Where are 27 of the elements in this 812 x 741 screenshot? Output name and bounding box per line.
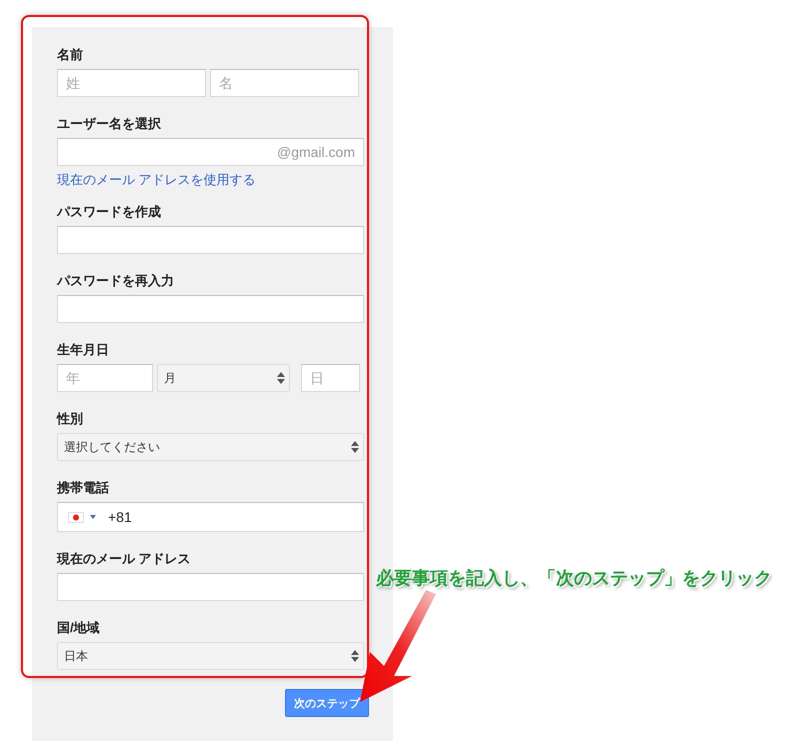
phone-field[interactable]: +81: [57, 502, 364, 532]
input-field[interactable]: 名: [210, 69, 359, 97]
input-field[interactable]: [57, 226, 364, 254]
field-label: 国/地域: [57, 620, 101, 636]
input-field[interactable]: [57, 295, 364, 323]
input-field[interactable]: [57, 573, 364, 601]
sort-arrows-icon: [277, 372, 285, 384]
field-label: 現在のメール アドレス: [57, 551, 192, 567]
dropdown-select[interactable]: 日本: [57, 642, 364, 670]
field-label: 携帯電話: [57, 480, 110, 496]
field-label: ユーザー名を選択: [57, 116, 162, 132]
input-field[interactable]: 姓: [57, 69, 206, 97]
dropdown-select[interactable]: 選択してください: [57, 433, 364, 461]
sort-arrows-icon: [351, 441, 359, 453]
use-email-link[interactable]: 現在のメール アドレスを使用する: [57, 172, 368, 188]
month-select[interactable]: 月: [157, 364, 290, 392]
flag-icon[interactable]: [68, 512, 84, 522]
field-label: 名前: [57, 47, 84, 63]
field-label: パスワードを再入力: [57, 273, 175, 289]
input-field[interactable]: 日: [301, 364, 360, 392]
annotation-text: 必要事項を記入し、「次のステップ」をクリック: [376, 567, 772, 590]
input-field[interactable]: 年: [57, 364, 153, 392]
sort-arrows-icon: [351, 650, 359, 662]
field-label: 性別: [57, 411, 84, 427]
field-label: 生年月日: [57, 342, 110, 358]
field-label: パスワードを作成: [57, 204, 162, 220]
caret-icon[interactable]: [90, 515, 96, 519]
